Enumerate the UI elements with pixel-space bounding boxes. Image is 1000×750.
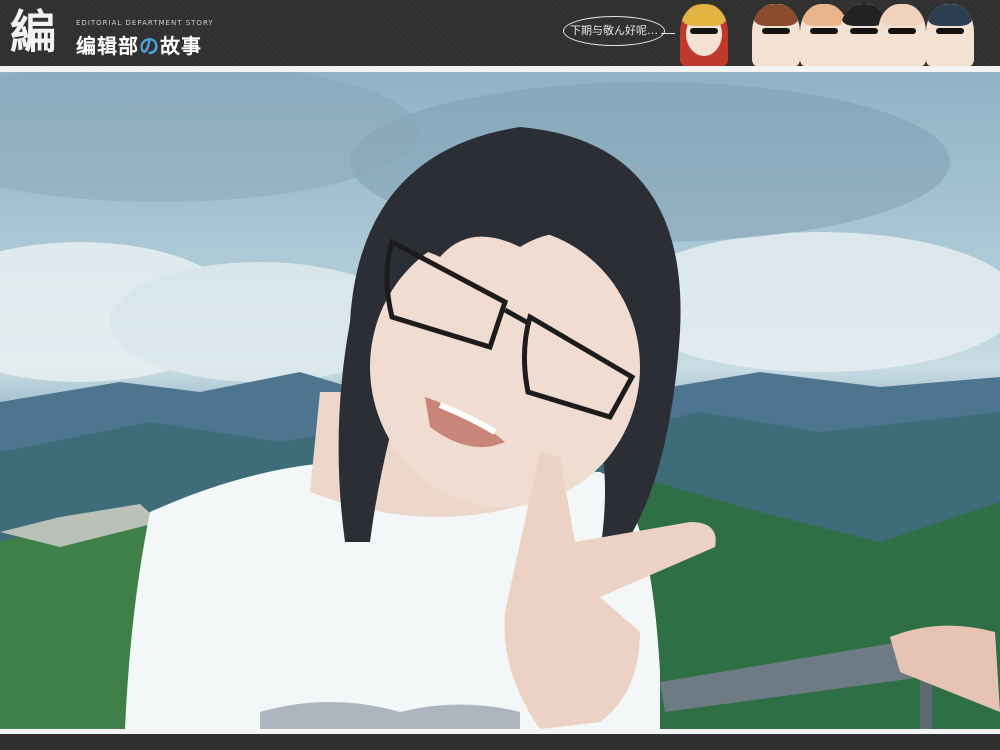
avatar-hair (754, 4, 798, 26)
avatar-hair (928, 4, 972, 26)
site-tagline: EDITORIAL DEPARTMENT STORY (76, 19, 214, 27)
avatar-6 (926, 4, 974, 66)
avatar-2 (752, 4, 800, 66)
avatar-glasses (810, 28, 838, 34)
avatar-hair (802, 4, 846, 26)
speech-bubble-tail (661, 33, 675, 34)
site-title-accent: の (139, 34, 160, 58)
avatar-hair (682, 4, 726, 26)
site-footer (0, 734, 1000, 750)
avatar-hair (880, 4, 924, 26)
character-avatars (680, 0, 1000, 66)
site-title[interactable]: 编辑部の故事 (76, 30, 202, 59)
avatar-glasses (936, 28, 964, 34)
avatar-glasses (762, 28, 790, 34)
speech-bubble: 下期与敬ん好呢… (563, 16, 665, 46)
avatar-glasses (690, 28, 718, 34)
photo-illustration (0, 72, 1000, 729)
avatar-5 (878, 4, 926, 66)
site-header: 編 EDITORIAL DEPARTMENT STORY 编辑部の故事 下期与敬… (0, 0, 1000, 66)
site-title-part2: 故事 (160, 34, 202, 58)
site-logo[interactable]: 編 (10, 7, 66, 57)
avatar-glasses (850, 28, 878, 34)
site-title-part1: 编辑部 (76, 34, 139, 58)
main-photo (0, 72, 1000, 729)
avatar-1 (680, 4, 728, 66)
avatar-glasses (888, 28, 916, 34)
